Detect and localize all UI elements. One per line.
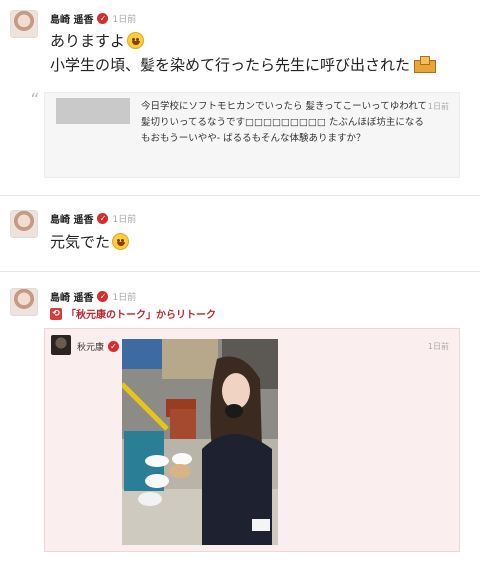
post-3: 島崎 遥香 ✓ 1日前 ⟲ 「秋元康のトーク」からリトーク 秋元康 ✓ 1日前 xyxy=(0,272,480,570)
quoted-time: 1日前 xyxy=(427,102,449,111)
verified-badge-icon: ✓ xyxy=(97,212,109,224)
author-name[interactable]: 島崎 遥香 xyxy=(50,289,93,304)
post-time: 1日前 xyxy=(112,214,137,225)
post-meta: 島崎 遥香 ✓ 1日前 xyxy=(50,211,137,226)
school-building-emoji xyxy=(414,56,437,73)
photo-illustration xyxy=(122,339,278,545)
post-line-2: 小学生の頃、髪を染めて行ったら先生に呼び出された xyxy=(50,54,437,76)
post-meta: 島崎 遥香 ✓ 1日前 xyxy=(50,11,137,26)
quoted-talk[interactable]: 今日学校にソフトモヒカンでいったら 髪きってこーいってゆわれて髪切りいってるなう… xyxy=(44,92,460,178)
retalk-author-name[interactable]: 秋元康 xyxy=(77,340,104,353)
retalk-label[interactable]: 「秋元康のトーク」からリトーク xyxy=(66,306,216,321)
post-time: 1日前 xyxy=(112,14,137,25)
post-line-1: ありますよ xyxy=(50,30,145,52)
quoted-image-placeholder xyxy=(56,98,130,124)
retalk-link[interactable]: ⟲ 「秋元康のトーク」からリトーク xyxy=(50,306,216,321)
retalk-time: 1日前 xyxy=(427,342,449,351)
retalk-author-avatar[interactable] xyxy=(51,335,71,355)
retalk-card[interactable]: 秋元康 ✓ 1日前 xyxy=(44,328,460,552)
retalk-icon: ⟲ xyxy=(50,307,62,320)
quoted-text: 今日学校にソフトモヒカンでいったら 髪きってこーいってゆわれて髪切りいってるなう… xyxy=(141,101,427,144)
quote-mark-icon: “ xyxy=(30,90,40,111)
post-meta: 島崎 遥香 ✓ 1日前 xyxy=(50,289,137,304)
verified-badge-icon: ✓ xyxy=(108,341,120,352)
post-2: 島崎 遥香 ✓ 1日前 元気でた xyxy=(0,196,480,272)
author-name[interactable]: 島崎 遥香 xyxy=(50,211,93,226)
verified-badge-icon: ✓ xyxy=(97,12,109,24)
verified-badge-icon: ✓ xyxy=(97,290,109,302)
author-avatar[interactable] xyxy=(10,210,38,238)
retalk-photo[interactable] xyxy=(122,339,278,545)
author-name[interactable]: 島崎 遥香 xyxy=(50,11,93,26)
post-time: 1日前 xyxy=(112,292,137,303)
post-1: 島崎 遥香 ✓ 1日前 ありますよ 小学生の頃、髪を染めて行ったら先生に呼び出さ… xyxy=(0,0,480,196)
post-text: 元気でた xyxy=(50,231,130,253)
retalk-author: 秋元康 ✓ xyxy=(77,340,120,353)
author-avatar[interactable] xyxy=(10,288,38,316)
smile-face-emoji xyxy=(127,32,145,49)
laughing-face-emoji xyxy=(112,233,130,250)
author-avatar[interactable] xyxy=(10,10,38,38)
